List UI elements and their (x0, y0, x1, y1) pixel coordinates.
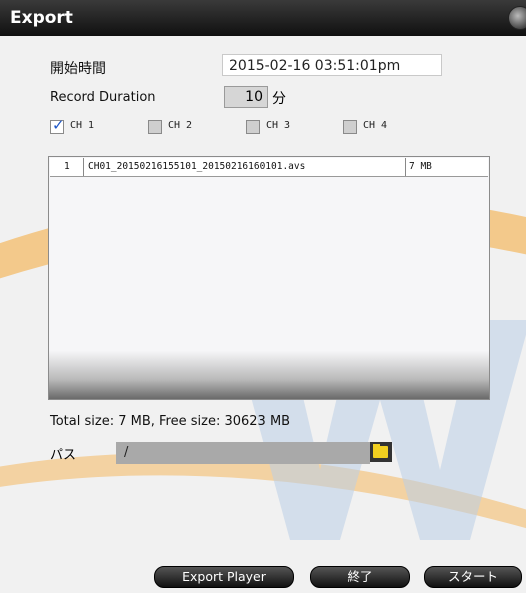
start-time-label: 開始時間 (50, 61, 106, 77)
channel-4-label: CH 4 (363, 120, 388, 131)
channel-2-label: CH 2 (168, 120, 193, 131)
column-divider (83, 158, 84, 176)
close-window-icon[interactable] (508, 6, 526, 30)
channel-2-checkbox[interactable] (148, 120, 162, 134)
channel-1-checkbox[interactable]: ✓ (50, 116, 65, 134)
checkmark-icon: ✓ (52, 116, 65, 134)
start-time-field[interactable]: 2015-02-16 03:51:01pm (222, 54, 442, 76)
column-divider (405, 158, 406, 176)
duration-unit: 分 (272, 91, 286, 107)
channel-1-label: CH 1 (70, 120, 95, 131)
file-list[interactable]: 1 CH01_20150216155101_20150216160101.avs… (48, 156, 490, 400)
file-row[interactable]: 1 CH01_20150216155101_20150216160101.avs… (50, 158, 488, 177)
file-name: CH01_20150216155101_20150216160101.avs (88, 161, 306, 172)
duration-label: Record Duration (50, 90, 156, 105)
close-button[interactable]: 終了 (310, 566, 410, 588)
file-size: 7 MB (409, 161, 432, 172)
start-button[interactable]: スタート (424, 566, 522, 588)
file-index: 1 (64, 161, 70, 172)
channel-3-label: CH 3 (266, 120, 291, 131)
folder-icon[interactable] (370, 442, 392, 462)
duration-input[interactable]: 10 (224, 86, 268, 108)
window-title: Export (10, 8, 73, 28)
export-dialog: Export 開始時間 2015-02-16 03:51:01pm Record… (0, 0, 526, 593)
title-bar: Export (0, 0, 526, 36)
size-summary: Total size: 7 MB, Free size: 30623 MB (50, 414, 291, 429)
export-player-button[interactable]: Export Player (154, 566, 294, 588)
channel-4-checkbox[interactable] (343, 120, 357, 134)
channel-3-checkbox[interactable] (246, 120, 260, 134)
path-label: パス (50, 448, 77, 463)
path-input[interactable]: / (116, 442, 370, 464)
